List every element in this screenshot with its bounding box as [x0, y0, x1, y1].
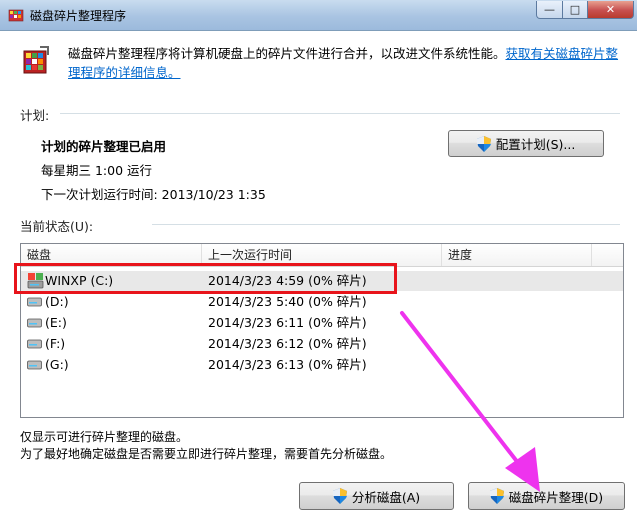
- hard-drive-icon: [27, 318, 42, 328]
- schedule-frequency: 每星期三 1:00 运行: [41, 163, 153, 178]
- schedule-divider: [60, 113, 620, 114]
- maximize-button[interactable]: □: [562, 1, 588, 19]
- disk-row[interactable]: (G:) 2014/3/23 6:13 (0% 碎片): [21, 355, 623, 375]
- uac-shield-icon: [332, 488, 347, 504]
- analyze-disk-label: 分析磁盘(A): [351, 489, 421, 505]
- disk-last-run: 2014/3/23 6:12 (0% 碎片): [208, 336, 367, 351]
- close-button[interactable]: ✕: [587, 1, 634, 19]
- hard-drive-icon: [27, 360, 42, 370]
- hard-drive-icon: [27, 339, 42, 349]
- status-divider: [152, 224, 620, 225]
- configure-schedule-button[interactable]: 配置计划(S)...: [448, 130, 604, 157]
- intro-description: 磁盘碎片整理程序将计算机硬盘上的碎片文件进行合并，以改进文件系统性能。: [68, 46, 506, 61]
- disk-last-run: 2014/3/23 5:40 (0% 碎片): [208, 294, 367, 309]
- uac-shield-icon: [489, 488, 504, 504]
- status-section-label: 当前状态(U):: [20, 219, 94, 234]
- hard-drive-icon: [27, 297, 42, 307]
- analyze-disk-button[interactable]: 分析磁盘(A): [299, 482, 454, 510]
- disk-last-run: 2014/3/23 6:11 (0% 碎片): [208, 315, 367, 330]
- defragment-disk-button[interactable]: 磁盘碎片整理(D): [468, 482, 625, 510]
- title-bar: 磁盘碎片整理程序 — □ ✕: [0, 0, 637, 31]
- window-title: 磁盘碎片整理程序: [30, 9, 127, 23]
- disk-row[interactable]: (F:) 2014/3/23 6:12 (0% 碎片): [21, 334, 623, 354]
- defrag-app-icon: [8, 9, 24, 22]
- disk-name: (D:): [45, 294, 69, 309]
- disk-row[interactable]: (D:) 2014/3/23 5:40 (0% 碎片): [21, 292, 623, 312]
- defragment-disk-label: 磁盘碎片整理(D): [508, 489, 604, 505]
- note-analyze-first: 为了最好地确定磁盘是否需要立即进行碎片整理，需要首先分析磁盘。: [20, 447, 393, 461]
- annotation-highlight-box: [14, 263, 397, 294]
- schedule-next-run: 下一次计划运行时间: 2013/10/23 1:35: [41, 187, 266, 202]
- column-header-progress[interactable]: 进度: [442, 244, 592, 266]
- schedule-status: 计划的碎片整理已启用: [41, 139, 167, 154]
- configure-schedule-label: 配置计划(S)...: [495, 137, 576, 152]
- disk-last-run: 2014/3/23 6:13 (0% 碎片): [208, 357, 367, 372]
- disk-name: (F:): [45, 336, 66, 351]
- disk-name: (G:): [45, 357, 69, 372]
- intro-text: 磁盘碎片整理程序将计算机硬盘上的碎片文件进行合并，以改进文件系统性能。获取有关磁…: [68, 44, 628, 82]
- disk-name: (E:): [45, 315, 67, 330]
- note-defrag-only: 仅显示可进行碎片整理的磁盘。: [20, 430, 189, 444]
- minimize-button[interactable]: —: [536, 1, 563, 19]
- disk-row[interactable]: (E:) 2014/3/23 6:11 (0% 碎片): [21, 313, 623, 333]
- schedule-section-label: 计划:: [20, 108, 50, 123]
- defrag-app-icon: [23, 46, 49, 74]
- uac-shield-icon: [476, 135, 491, 152]
